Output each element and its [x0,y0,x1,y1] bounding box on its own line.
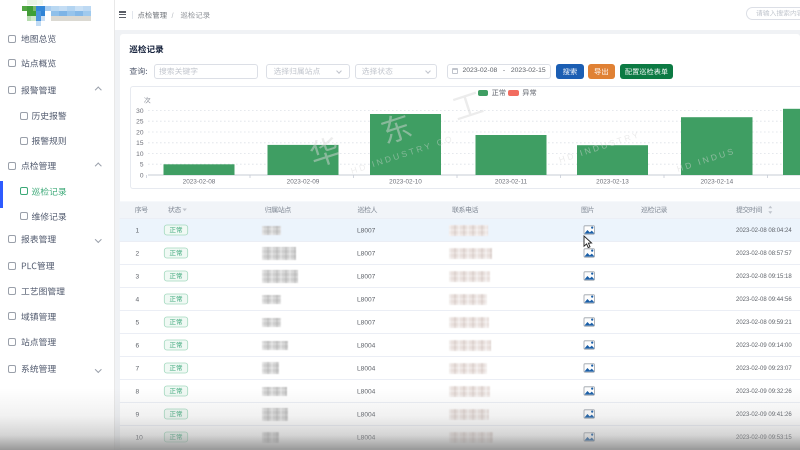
svg-text:L8007: L8007 [357,227,376,234]
svg-text:5: 5 [136,319,140,326]
svg-text:2: 2 [136,250,140,257]
svg-text:2023-02-08 08:57:57: 2023-02-08 08:57:57 [736,251,792,257]
svg-text:2023-02-09 09:23:07: 2023-02-09 09:23:07 [736,366,792,372]
svg-text:2023-02-08 09:44:56: 2023-02-08 09:44:56 [736,297,792,303]
svg-text:L8004: L8004 [357,365,376,372]
svg-text:3: 3 [136,273,140,280]
svg-text:6: 6 [136,342,140,349]
svg-text:4: 4 [136,296,140,303]
svg-text:L8004: L8004 [357,342,376,349]
svg-text:2023-02-08 09:59:21: 2023-02-08 09:59:21 [736,320,792,326]
svg-text:2023-02-08 08:04:24: 2023-02-08 08:04:24 [736,228,792,234]
svg-text:L8007: L8007 [357,319,376,326]
svg-text:L8007: L8007 [357,250,376,257]
svg-text:2023-02-09 09:14:00: 2023-02-09 09:14:00 [736,343,792,349]
svg-text:L8007: L8007 [357,296,376,303]
svg-text:7: 7 [136,365,140,372]
svg-text:L8007: L8007 [357,273,376,280]
svg-text:1: 1 [136,227,140,234]
svg-text:2023-02-08 09:15:18: 2023-02-08 09:15:18 [736,274,792,280]
